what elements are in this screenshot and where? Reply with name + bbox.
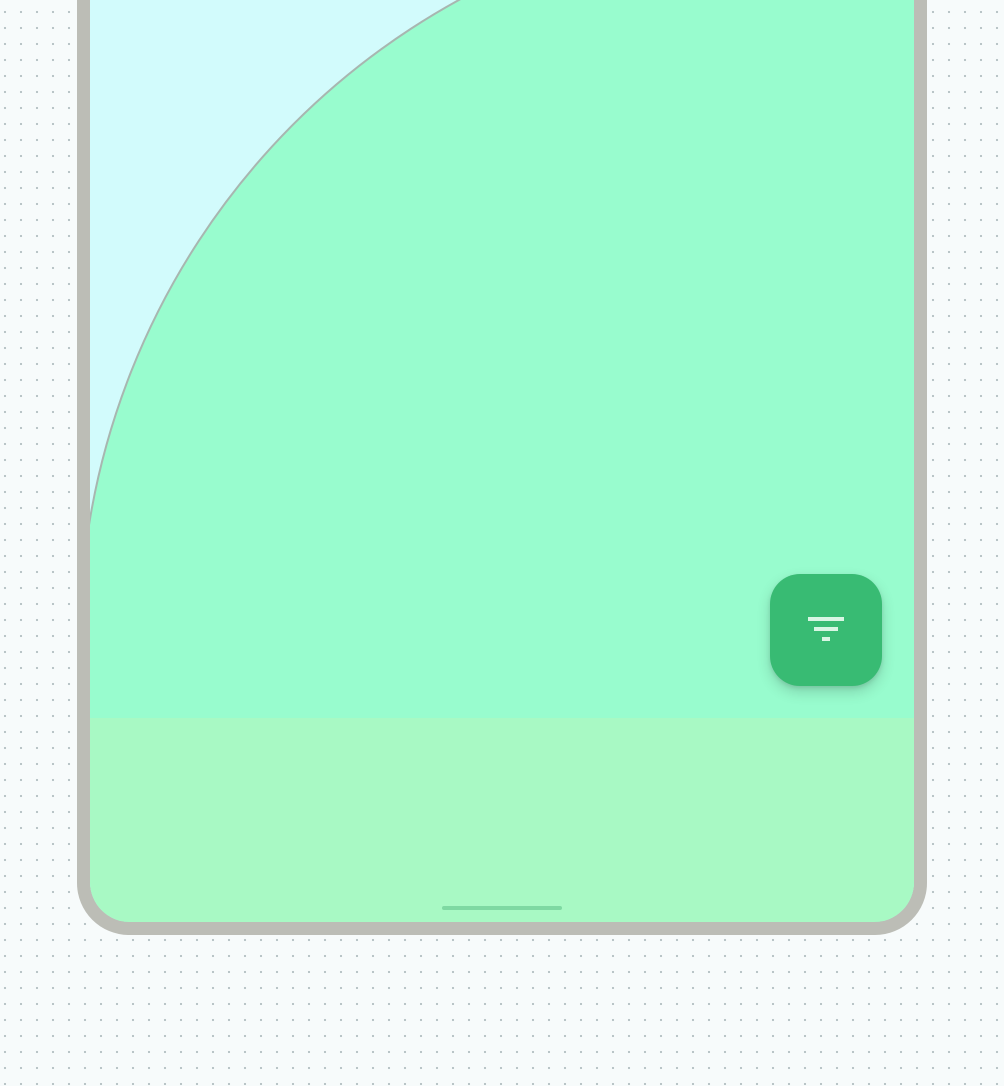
filter-fab-button[interactable]: [770, 574, 882, 686]
filter-icon: [808, 617, 844, 641]
bottom-app-bar: [90, 718, 914, 922]
device-frame: [77, 0, 927, 935]
app-screen: [90, 0, 914, 922]
gesture-navigation-handle[interactable]: [442, 906, 562, 910]
